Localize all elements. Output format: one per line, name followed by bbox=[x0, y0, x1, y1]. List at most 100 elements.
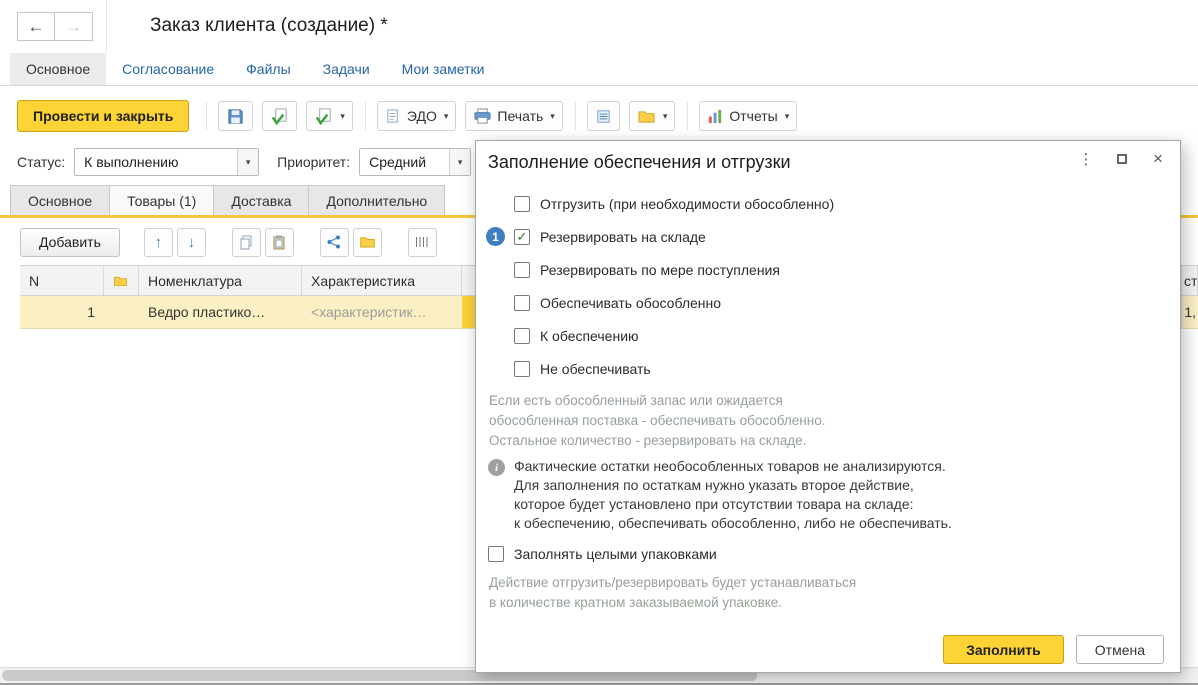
checkbox-ship[interactable] bbox=[514, 196, 530, 212]
edo-label: ЭДО bbox=[407, 108, 437, 124]
option-ship[interactable]: Отгрузить (при необходимости обособленно… bbox=[488, 187, 1168, 220]
status-select[interactable]: К выполнению ▾ bbox=[74, 148, 259, 176]
back-icon: ← bbox=[28, 18, 45, 35]
cell-characteristic[interactable]: <характеристик… bbox=[302, 296, 462, 328]
option-label[interactable]: К обеспечению bbox=[540, 328, 639, 344]
chevron-down-icon: ▾ bbox=[663, 112, 668, 121]
folder-icon bbox=[113, 275, 128, 287]
cell-active-fragment[interactable] bbox=[462, 296, 475, 328]
doc-tab-main[interactable]: Основное bbox=[10, 185, 109, 216]
save-icon bbox=[226, 107, 245, 126]
cancel-button[interactable]: Отмена bbox=[1076, 635, 1164, 664]
column-header-n[interactable]: N bbox=[20, 266, 104, 295]
checkbox-reserve-incoming[interactable] bbox=[514, 262, 530, 278]
paste-button[interactable] bbox=[265, 228, 294, 257]
chevron-down-icon[interactable]: ▾ bbox=[237, 149, 258, 175]
option-label[interactable]: Резервировать по мере поступления bbox=[540, 262, 780, 278]
option-to-provision[interactable]: К обеспечению bbox=[488, 319, 1168, 352]
reports-button[interactable]: Отчеты ▾ bbox=[699, 101, 797, 131]
cell-row-number[interactable]: 1 bbox=[20, 296, 104, 328]
tab-files[interactable]: Файлы bbox=[230, 53, 306, 85]
doc-tab-extra[interactable]: Дополнительно bbox=[308, 185, 445, 216]
bar-chart-icon bbox=[707, 108, 724, 125]
option-label[interactable]: Обеспечивать обособленно bbox=[540, 295, 721, 311]
forward-icon: → bbox=[65, 18, 82, 35]
maximize-button[interactable] bbox=[1114, 151, 1130, 167]
option-provide-separately[interactable]: Обеспечивать обособленно bbox=[488, 286, 1168, 319]
option-fill-whole-packs[interactable]: Заполнять целыми упаковками bbox=[488, 539, 717, 569]
column-header-partial[interactable]: ст bbox=[1181, 266, 1198, 295]
checkbox-reserve-warehouse[interactable]: ✓ bbox=[514, 229, 530, 245]
post-document-menu-button[interactable]: ▾ bbox=[306, 101, 353, 131]
hint-line: Действие отгрузить/резервировать будет у… bbox=[489, 573, 856, 593]
attachments-row-button[interactable] bbox=[353, 228, 382, 257]
option-reserve-incoming[interactable]: Резервировать по мере поступления bbox=[488, 253, 1168, 286]
chevron-down-icon[interactable]: ▾ bbox=[449, 149, 470, 175]
fill-columns-icon bbox=[414, 234, 430, 250]
option-do-not-provide[interactable]: Не обеспечивать bbox=[488, 352, 1168, 385]
doc-tab-delivery[interactable]: Доставка bbox=[213, 185, 308, 216]
column-header-nomenclature[interactable]: Номенклатура bbox=[139, 266, 302, 295]
add-row-button[interactable]: Добавить bbox=[20, 228, 120, 257]
checkbox-to-provision[interactable] bbox=[514, 328, 530, 344]
info-line: которое будет установлено при отсутствии… bbox=[514, 495, 952, 514]
column-header-attachments[interactable] bbox=[104, 266, 139, 295]
post-document-button[interactable] bbox=[262, 101, 297, 131]
tab-main[interactable]: Основное bbox=[10, 53, 106, 85]
chevron-down-icon: ▾ bbox=[785, 112, 790, 121]
checkbox-do-not-provide[interactable] bbox=[514, 361, 530, 377]
print-icon bbox=[473, 108, 492, 125]
status-label: Статус: bbox=[17, 154, 65, 170]
tab-approval[interactable]: Согласование bbox=[106, 53, 230, 85]
forward-button[interactable]: → bbox=[55, 12, 93, 41]
hint-text-top: Если есть обособленный запас или ожидает… bbox=[489, 391, 825, 451]
save-button[interactable] bbox=[218, 101, 253, 131]
move-down-button[interactable]: ↓ bbox=[177, 228, 206, 257]
option-label[interactable]: Заполнять целыми упаковками bbox=[514, 546, 717, 562]
doc-tab-goods[interactable]: Товары (1) bbox=[109, 185, 213, 216]
folder-icon bbox=[637, 109, 656, 124]
more-menu-icon[interactable]: ⋮ bbox=[1078, 151, 1094, 167]
hint-line: в количестве кратном заказываемой упаков… bbox=[489, 593, 856, 613]
checkbox-fill-whole-packs[interactable] bbox=[488, 546, 504, 562]
edo-button[interactable]: ЭДО ▾ bbox=[377, 101, 457, 131]
checkbox-provide-separately[interactable] bbox=[514, 295, 530, 311]
tab-notes[interactable]: Мои заметки bbox=[386, 53, 501, 85]
attachments-button[interactable]: ▾ bbox=[629, 101, 676, 131]
command-toolbar: Провести и закрыть ▾ ЭДО ▾ Печать ▾ bbox=[0, 95, 1198, 137]
folder-icon bbox=[359, 235, 376, 249]
history-nav: ← → bbox=[17, 12, 93, 41]
info-line: Для заполнения по остаткам нужно указать… bbox=[514, 476, 952, 495]
cell-attachments[interactable] bbox=[104, 296, 139, 328]
column-header-characteristic[interactable]: Характеристика bbox=[302, 266, 462, 295]
related-documents-button[interactable] bbox=[587, 101, 620, 131]
option-reserve-warehouse[interactable]: 1 ✓ Резервировать на складе bbox=[488, 220, 1168, 253]
info-icon: i bbox=[488, 459, 505, 476]
copy-button[interactable] bbox=[232, 228, 261, 257]
info-line: к обеспечению, обеспечивать обособленно,… bbox=[514, 514, 952, 533]
move-down-icon: ↓ bbox=[188, 235, 196, 250]
option-label[interactable]: Резервировать на складе bbox=[540, 229, 706, 245]
option-label[interactable]: Не обеспечивать bbox=[540, 361, 651, 377]
back-button[interactable]: ← bbox=[17, 12, 55, 41]
list-icon bbox=[595, 108, 612, 125]
chevron-down-icon: ▾ bbox=[340, 112, 345, 121]
close-icon[interactable]: × bbox=[1150, 151, 1166, 167]
app-window: ← → Заказ клиента (создание) * Основное … bbox=[0, 0, 1198, 685]
fill-menu-button[interactable] bbox=[408, 228, 437, 257]
priority-select[interactable]: Средний ▾ bbox=[359, 148, 471, 176]
cell-partial-right[interactable]: 1, bbox=[1181, 296, 1198, 328]
move-up-button[interactable]: ↑ bbox=[144, 228, 173, 257]
copy-icon bbox=[238, 234, 254, 250]
maximize-icon bbox=[1117, 154, 1127, 164]
tab-tasks[interactable]: Задачи bbox=[307, 53, 386, 85]
move-up-icon: ↑ bbox=[155, 235, 163, 250]
print-button[interactable]: Печать ▾ bbox=[465, 101, 562, 131]
fill-button[interactable]: Заполнить bbox=[943, 635, 1064, 664]
structure-button[interactable] bbox=[320, 228, 349, 257]
cell-nomenclature[interactable]: Ведро пластико… bbox=[139, 296, 302, 328]
option-label[interactable]: Отгрузить (при необходимости обособленно… bbox=[540, 196, 834, 212]
post-and-close-button[interactable]: Провести и закрыть bbox=[17, 100, 189, 132]
dialog-title: Заполнение обеспечения и отгрузки bbox=[488, 152, 791, 173]
document-tabs: Основное Товары (1) Доставка Дополнитель… bbox=[10, 185, 445, 216]
